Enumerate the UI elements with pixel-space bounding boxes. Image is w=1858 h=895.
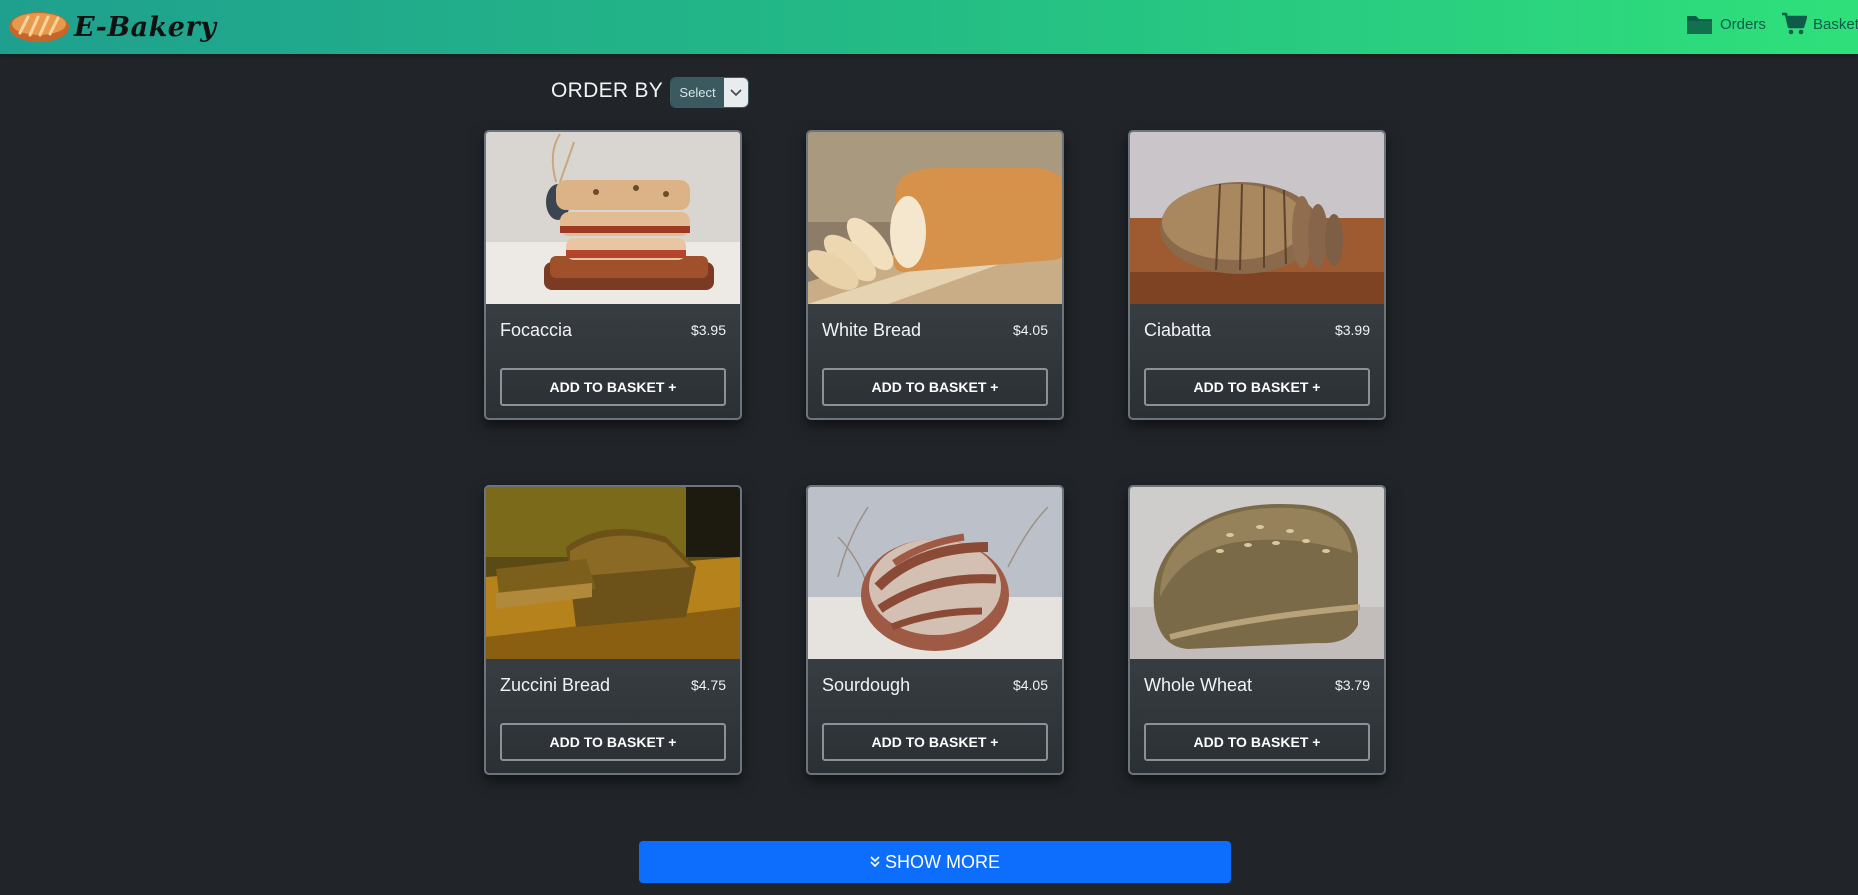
brand[interactable]: E-Bakery xyxy=(8,6,216,48)
product-card: White Bread $4.05 ADD TO BASKET + xyxy=(806,130,1064,420)
product-image-white-bread xyxy=(808,132,1062,304)
product-name: Ciabatta xyxy=(1144,320,1212,340)
product-price: $4.05 xyxy=(1012,322,1048,338)
chevron-down-icon xyxy=(730,88,742,96)
product-image-focaccia xyxy=(486,132,740,304)
product-image-zuccini-bread xyxy=(486,487,740,659)
add-to-basket-button[interactable]: ADD TO BASKET + xyxy=(500,368,726,406)
folder-icon xyxy=(1687,16,1712,34)
top-navbar: E-Bakery Orders Basket xyxy=(0,0,1858,54)
product-image-sourdough xyxy=(808,487,1062,659)
order-by-select[interactable]: Select xyxy=(670,77,749,108)
add-to-basket-button[interactable]: ADD TO BASKET + xyxy=(500,723,726,761)
product-card: Zuccini Bread $4.75 ADD TO BASKET + xyxy=(484,485,742,775)
double-chevron-down-icon xyxy=(870,856,880,868)
product-price: $3.79 xyxy=(1334,677,1370,693)
add-to-basket-button[interactable]: ADD TO BASKET + xyxy=(1144,368,1370,406)
nav-basket-label: Basket xyxy=(1813,15,1858,33)
add-to-basket-button[interactable]: ADD TO BASKET + xyxy=(822,368,1048,406)
product-name: Focaccia xyxy=(500,320,573,340)
nav-orders-link[interactable]: Orders xyxy=(1686,10,1766,38)
product-name: Sourdough xyxy=(822,675,911,695)
product-price: $4.75 xyxy=(690,677,726,693)
show-more-button[interactable]: SHOW MORE xyxy=(639,841,1231,883)
shopping-cart-icon xyxy=(1782,12,1807,35)
product-name: Whole Wheat xyxy=(1144,675,1253,695)
product-price: $4.05 xyxy=(1012,677,1048,693)
product-card: Focaccia $3.95 ADD TO BASKET + xyxy=(484,130,742,420)
nav-orders-label: Orders xyxy=(1720,15,1766,33)
product-card: Ciabatta $3.99 ADD TO BASKET + xyxy=(1128,130,1386,420)
order-by-toggle[interactable] xyxy=(724,78,748,107)
brand-name: E-Bakery xyxy=(74,11,217,43)
add-to-basket-button[interactable]: ADD TO BASKET + xyxy=(1144,723,1370,761)
product-name: White Bread xyxy=(822,320,922,340)
add-to-basket-button[interactable]: ADD TO BASKET + xyxy=(822,723,1048,761)
order-by-label: ORDER BY xyxy=(551,79,664,102)
bread-logo-icon xyxy=(9,12,69,42)
order-by-selected-value: Select xyxy=(671,78,724,107)
product-price: $3.95 xyxy=(690,322,726,338)
show-more-label: SHOW MORE xyxy=(885,851,1000,872)
product-image-ciabatta xyxy=(1130,132,1384,304)
product-card: Sourdough $4.05 ADD TO BASKET + xyxy=(806,485,1064,775)
product-name: Zuccini Bread xyxy=(500,675,611,695)
nav-basket-link[interactable]: Basket xyxy=(1781,10,1858,38)
product-price: $3.99 xyxy=(1334,322,1370,338)
product-image-whole-wheat xyxy=(1130,487,1384,659)
product-card: Whole Wheat $3.79 ADD TO BASKET + xyxy=(1128,485,1386,775)
